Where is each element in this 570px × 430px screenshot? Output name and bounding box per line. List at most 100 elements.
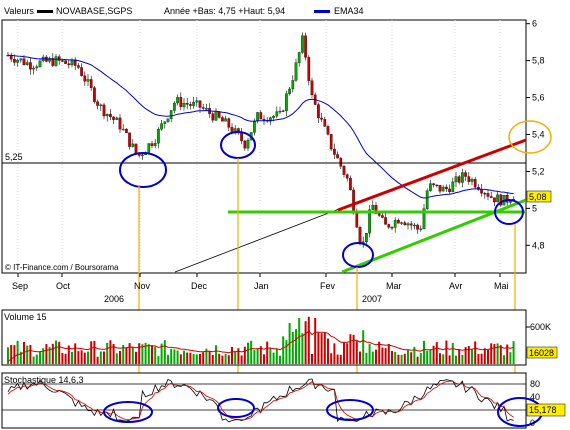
volume-bar (371, 351, 374, 364)
volume-bar (314, 317, 317, 364)
volume-bar (32, 356, 35, 364)
volume-bar (211, 355, 214, 364)
candle-body (509, 201, 512, 203)
stoch-tick-80: 80 (530, 379, 540, 389)
candle-body (153, 143, 157, 146)
volume-bar (461, 354, 464, 364)
candle-body (467, 176, 471, 182)
ema-label: EMA34 (334, 6, 364, 16)
month-label: Fev (320, 281, 336, 291)
candle-body (352, 189, 355, 213)
candle-body (121, 128, 125, 131)
candle-body (409, 223, 413, 226)
volume-bar (103, 351, 105, 364)
volume-bar (186, 352, 189, 364)
volume-bar (215, 345, 217, 364)
candle-body (505, 195, 509, 203)
volume-bar (77, 351, 80, 364)
candle-body (217, 111, 221, 118)
candle-body (425, 190, 429, 209)
candle-body (115, 117, 119, 120)
volume-bar (391, 350, 393, 364)
hline-label: 5,25 (5, 152, 23, 162)
volume-bar (343, 342, 345, 364)
volume-bar (234, 351, 237, 364)
candle-body (406, 223, 410, 226)
price-panel (1, 19, 527, 274)
month-label: Jan (254, 281, 269, 291)
candle-body (128, 132, 131, 147)
symbol-legend-swatch (37, 10, 53, 13)
volume-bar (301, 333, 304, 364)
candle-body (413, 224, 416, 227)
candle-body (301, 35, 304, 53)
volume-bar (499, 345, 502, 364)
volume-bar (458, 349, 461, 364)
volume-bar (477, 353, 480, 364)
candle-body (329, 134, 333, 150)
volume-bar (439, 353, 441, 364)
candle-body (134, 143, 138, 154)
volume-bar (170, 348, 173, 364)
candle-body (118, 117, 122, 130)
candle-body (445, 186, 448, 190)
candle-body (169, 110, 173, 119)
candle-body (483, 193, 487, 195)
candle-body (358, 227, 362, 244)
volume-bar (487, 349, 489, 364)
candle-body (326, 126, 330, 135)
volume-bar (483, 348, 486, 364)
volume-bar (295, 329, 297, 364)
month-label: Avr (449, 281, 462, 291)
price-tick-label: 5,4 (532, 129, 545, 139)
volume-bar (192, 354, 195, 364)
volume-bar (503, 355, 505, 364)
volume-bar (61, 352, 64, 364)
candle-body (224, 118, 227, 122)
candle-body (109, 113, 112, 118)
volume-bar (419, 352, 422, 364)
volume-title: Volume 15 (4, 312, 47, 322)
candle-body (246, 139, 250, 149)
volume-bar (327, 338, 329, 364)
candle-body (201, 107, 205, 109)
candle-body (38, 60, 42, 67)
volume-bar (74, 343, 77, 364)
year-2007: 2007 (362, 294, 382, 304)
price-axis: 4,8 5 5,2 5,4 5,6 5,8 6 (526, 19, 545, 250)
volume-bar (333, 343, 336, 364)
candle-body (163, 121, 167, 124)
candle-body (496, 194, 499, 203)
volume-bar (346, 343, 349, 364)
candle-body (102, 104, 106, 117)
candle-body (275, 111, 279, 117)
volume-bar (16, 340, 19, 364)
volume-bar (119, 350, 121, 364)
volume-bar (467, 346, 470, 364)
volume-bar (474, 341, 477, 364)
candle-body (67, 63, 71, 66)
price-tick-label: 5,8 (532, 56, 545, 66)
volume-bar (355, 341, 358, 364)
volume-bar (291, 331, 294, 364)
volume-bar (125, 347, 128, 364)
candle-body (294, 62, 298, 81)
month-label: Dec (191, 281, 208, 291)
volume-bar (471, 349, 473, 364)
volume-bar (55, 340, 57, 364)
candle-body (480, 189, 483, 194)
volume-bar (151, 345, 153, 364)
volume-bar (400, 354, 403, 364)
candle-body (419, 228, 423, 230)
volume-bar (45, 344, 48, 364)
candle-body (400, 222, 403, 224)
volume-bar (368, 344, 371, 364)
candle-body (291, 80, 295, 90)
candle-body (403, 222, 407, 226)
candle-body (243, 140, 247, 149)
volume-bar (445, 340, 448, 364)
candle-body (397, 220, 400, 224)
volume-bar (448, 355, 451, 364)
candle-body (473, 179, 477, 188)
volume-bar (455, 355, 457, 364)
